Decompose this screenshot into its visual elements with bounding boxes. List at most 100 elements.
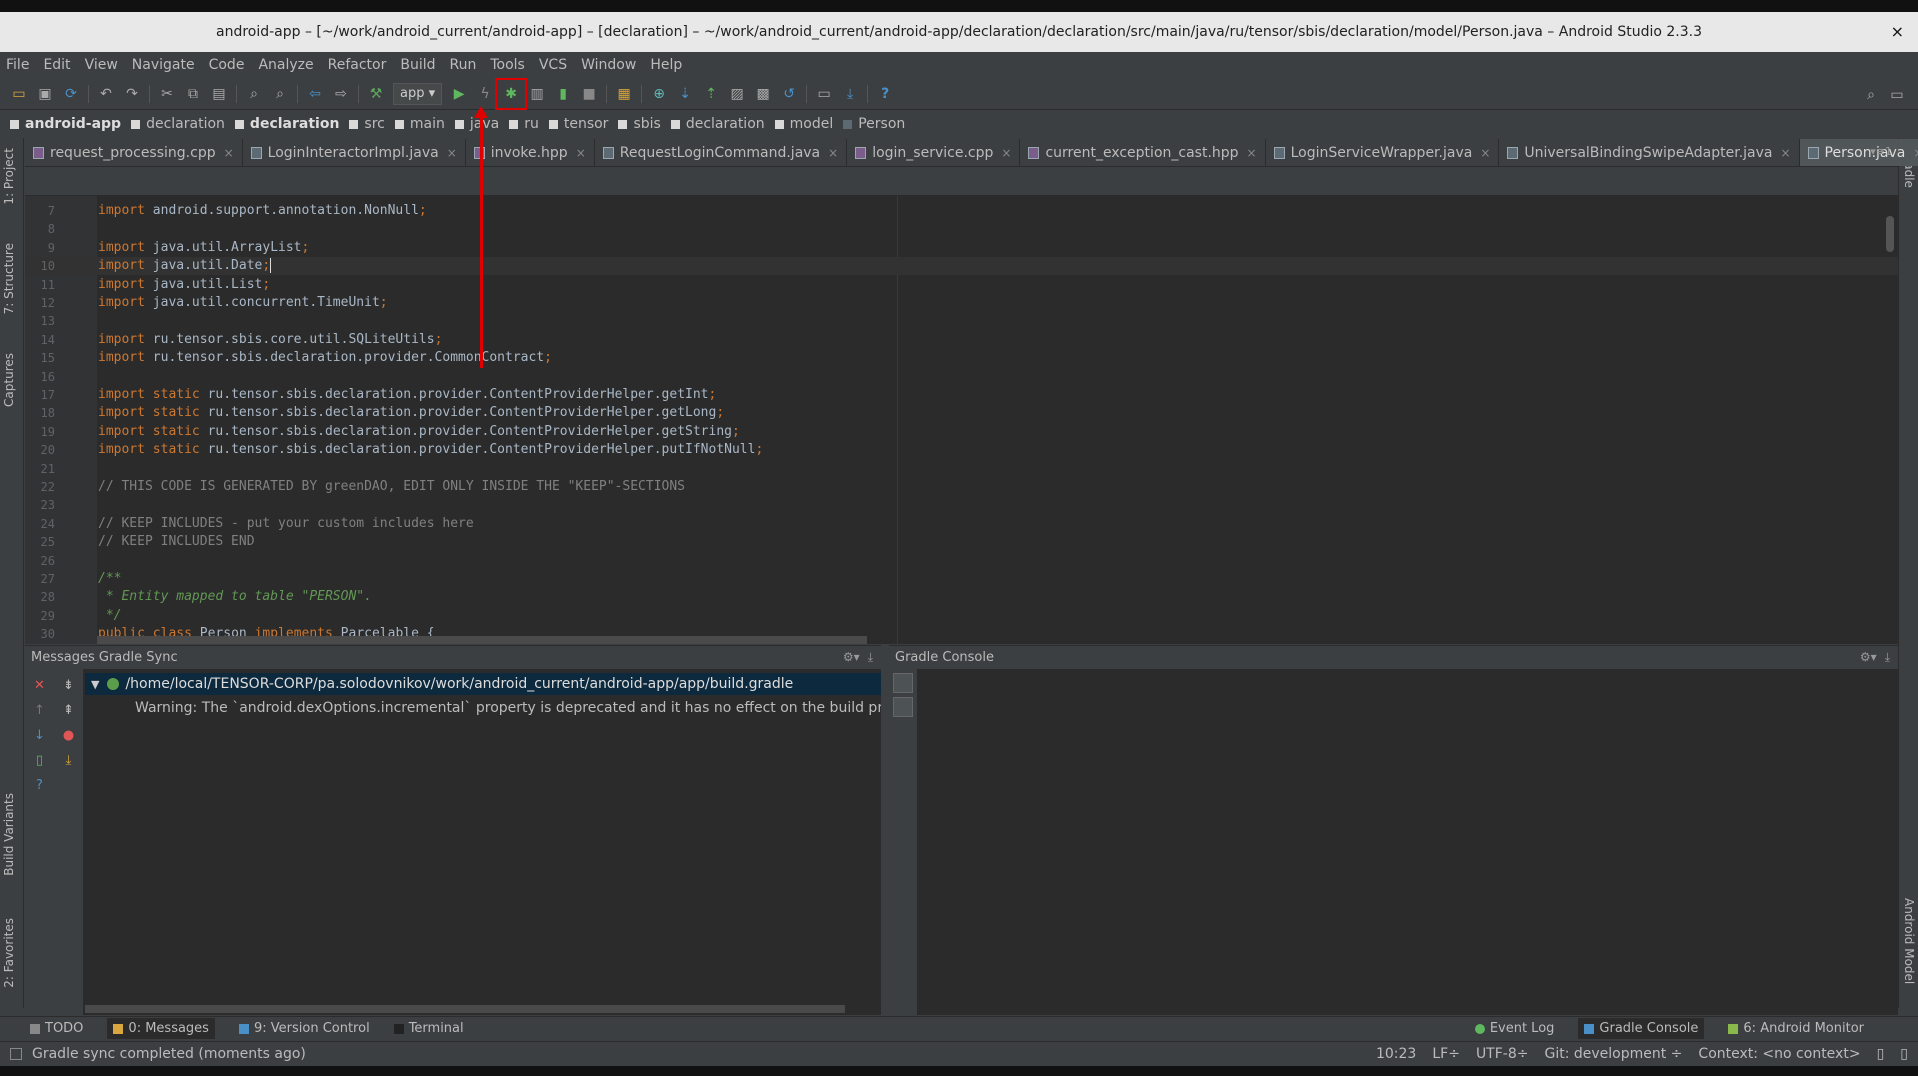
project-tool-tab[interactable]: 1: Project <box>2 148 16 205</box>
code-line[interactable]: 22 // THIS CODE IS GENERATED BY greenDAO,… <box>25 478 1898 496</box>
close-icon[interactable]: × <box>1780 146 1790 160</box>
soft-wrap-icon[interactable] <box>893 673 913 693</box>
cut-icon[interactable]: ✂ <box>154 81 180 107</box>
vcs-commit-icon[interactable]: ⇣ <box>672 81 698 107</box>
terminal-tool-tab[interactable]: Terminal <box>393 1021 464 1036</box>
profile-icon[interactable]: ▥ <box>524 81 550 107</box>
close-icon[interactable]: × <box>1891 22 1904 41</box>
forward-icon[interactable]: ⇨ <box>328 81 354 107</box>
search-everywhere-icon[interactable]: ⌕ <box>1858 82 1884 108</box>
code-line[interactable]: 27 /** <box>25 570 1898 588</box>
undo-icon[interactable]: ↶ <box>93 81 119 107</box>
close-icon[interactable]: × <box>828 146 838 160</box>
code-line[interactable]: 9 import java.util.ArrayList; <box>25 239 1898 257</box>
stop-icon[interactable]: ● <box>54 723 83 748</box>
breadcrumb-item[interactable]: android-app <box>10 116 121 132</box>
close-icon[interactable]: × <box>224 146 234 160</box>
next-message-icon[interactable]: ↓ <box>25 723 54 748</box>
replace-icon[interactable]: ⌕ <box>267 81 293 107</box>
tab-login-service-cpp[interactable]: login_service.cpp × <box>847 139 1021 166</box>
status-message[interactable]: Gradle sync completed (moments ago) <box>32 1046 306 1062</box>
tab-current-exception-cast[interactable]: current_exception_cast.hpp × <box>1020 139 1266 166</box>
breadcrumb-item[interactable]: sbis <box>618 116 661 132</box>
run-config-select[interactable]: app ▾ <box>393 82 443 105</box>
breadcrumb-item[interactable]: ru <box>509 116 539 132</box>
chevron-down-icon[interactable]: ▼ <box>91 678 99 691</box>
android-monitor-tool-tab[interactable]: 6: Android Monitor <box>1728 1018 1864 1039</box>
avd-manager-icon[interactable]: ▭ <box>811 81 837 107</box>
breadcrumb-item[interactable]: declaration <box>131 116 225 132</box>
breadcrumb-item[interactable]: tensor <box>548 116 608 132</box>
menu-build[interactable]: Build <box>400 57 435 73</box>
editor-horizontal-scrollbar[interactable] <box>97 636 867 644</box>
close-messages-icon[interactable]: ✕ <box>25 673 54 698</box>
code-line[interactable]: 18 import static ru.tensor.sbis.declarati… <box>25 404 1898 422</box>
inspector-icon[interactable]: ▯ <box>1900 1046 1908 1062</box>
gear-icon[interactable]: ⚙▾ <box>843 650 860 665</box>
gear-icon[interactable]: ⚙▾ <box>1860 650 1877 665</box>
breadcrumb-item[interactable]: main <box>394 116 445 132</box>
breadcrumb-item[interactable]: declaration <box>234 116 339 132</box>
project-structure-icon[interactable]: ▦ <box>611 81 637 107</box>
build-variants-tool-tab[interactable]: Build Variants <box>2 793 16 876</box>
code-line[interactable]: 16 <box>25 368 1898 386</box>
vcs-revert-icon[interactable]: ↺ <box>776 81 802 107</box>
code-line[interactable]: 14 import ru.tensor.sbis.core.util.SQLite… <box>25 331 1898 349</box>
menu-tools[interactable]: Tools <box>490 57 525 73</box>
back-icon[interactable]: ⇦ <box>302 81 328 107</box>
close-icon[interactable]: × <box>1913 146 1918 160</box>
sdk-manager-icon[interactable]: ⤓ <box>837 81 863 107</box>
code-line[interactable]: 11 import java.util.List; <box>25 276 1898 294</box>
help-icon[interactable]: ? <box>872 81 898 107</box>
menu-view[interactable]: View <box>85 57 118 73</box>
export-icon[interactable]: ▯ <box>25 748 54 773</box>
menu-navigate[interactable]: Navigate <box>132 57 195 73</box>
version-control-tool-tab[interactable]: 9: Version Control <box>238 1021 370 1036</box>
find-icon[interactable]: ⌕ <box>241 81 267 107</box>
android-model-tool-tab[interactable]: Android Model <box>1902 898 1916 984</box>
run-icon[interactable]: ▶ <box>446 81 472 107</box>
expand-all-icon[interactable]: ⇟ <box>54 673 83 698</box>
gradle-console-tool-tab[interactable]: Gradle Console <box>1578 1018 1705 1039</box>
code-line[interactable]: 7 import android.support.annotation.NonNu… <box>25 202 1898 220</box>
help-icon[interactable]: ? <box>25 773 54 798</box>
tabs-menu-icon[interactable]: ▾≡1 <box>1870 145 1892 158</box>
previous-message-icon[interactable]: ↑ <box>25 698 54 723</box>
code-line[interactable]: 23 <box>25 496 1898 514</box>
close-icon[interactable]: × <box>1247 146 1257 160</box>
vcs-history-icon[interactable]: ▩ <box>750 81 776 107</box>
breadcrumb-item[interactable]: declaration <box>670 116 765 132</box>
code-line[interactable]: 12 import java.util.concurrent.TimeUnit; <box>25 294 1898 312</box>
todo-tool-tab[interactable]: TODO <box>30 1021 83 1036</box>
code-line[interactable]: 26 <box>25 552 1898 570</box>
code-line[interactable]: 10 import java.util.Date; <box>25 257 1898 276</box>
context-indicator[interactable]: Context: <no context> <box>1698 1046 1860 1062</box>
code-line[interactable]: 20 import static ru.tensor.sbis.declarati… <box>25 441 1898 459</box>
menu-analyze[interactable]: Analyze <box>258 57 313 73</box>
code-line[interactable]: 8 <box>25 220 1898 238</box>
collapse-all-icon[interactable]: ⇞ <box>54 698 83 723</box>
menu-help[interactable]: Help <box>650 57 682 73</box>
code-line[interactable]: 19 import static ru.tensor.sbis.declarati… <box>25 423 1898 441</box>
breadcrumb-item[interactable]: model <box>774 116 833 132</box>
debug-icon[interactable]: ✱ <box>495 77 528 110</box>
apply-changes-icon[interactable]: ϟ <box>472 81 498 107</box>
close-icon[interactable]: × <box>1480 146 1490 160</box>
code-line[interactable]: 24 // KEEP INCLUDES - put your custom inc… <box>25 515 1898 533</box>
git-branch[interactable]: Git: development ÷ <box>1544 1046 1682 1062</box>
menu-code[interactable]: Code <box>209 57 245 73</box>
message-warning-row[interactable]: Warning: The `android.dexOptions.increme… <box>85 697 881 719</box>
code-line[interactable]: 13 <box>25 312 1898 330</box>
tab-request-processing-cpp[interactable]: request_processing.cpp × <box>25 139 243 166</box>
clear-console-icon[interactable] <box>893 697 913 717</box>
breadcrumb-item[interactable]: java <box>454 116 499 132</box>
menu-window[interactable]: Window <box>581 57 636 73</box>
tab-login-service-wrapper[interactable]: LoginServiceWrapper.java × <box>1266 139 1500 166</box>
save-icon[interactable]: ⤓ <box>54 748 83 773</box>
caret-position[interactable]: 10:23 <box>1376 1046 1416 1062</box>
panel-splitter[interactable] <box>882 645 889 1015</box>
tab-invoke-hpp[interactable]: invoke.hpp × <box>466 139 595 166</box>
ide-settings-icon[interactable]: ▭ <box>1884 82 1910 108</box>
line-separator[interactable]: LF÷ <box>1432 1046 1460 1062</box>
menu-refactor[interactable]: Refactor <box>328 57 387 73</box>
